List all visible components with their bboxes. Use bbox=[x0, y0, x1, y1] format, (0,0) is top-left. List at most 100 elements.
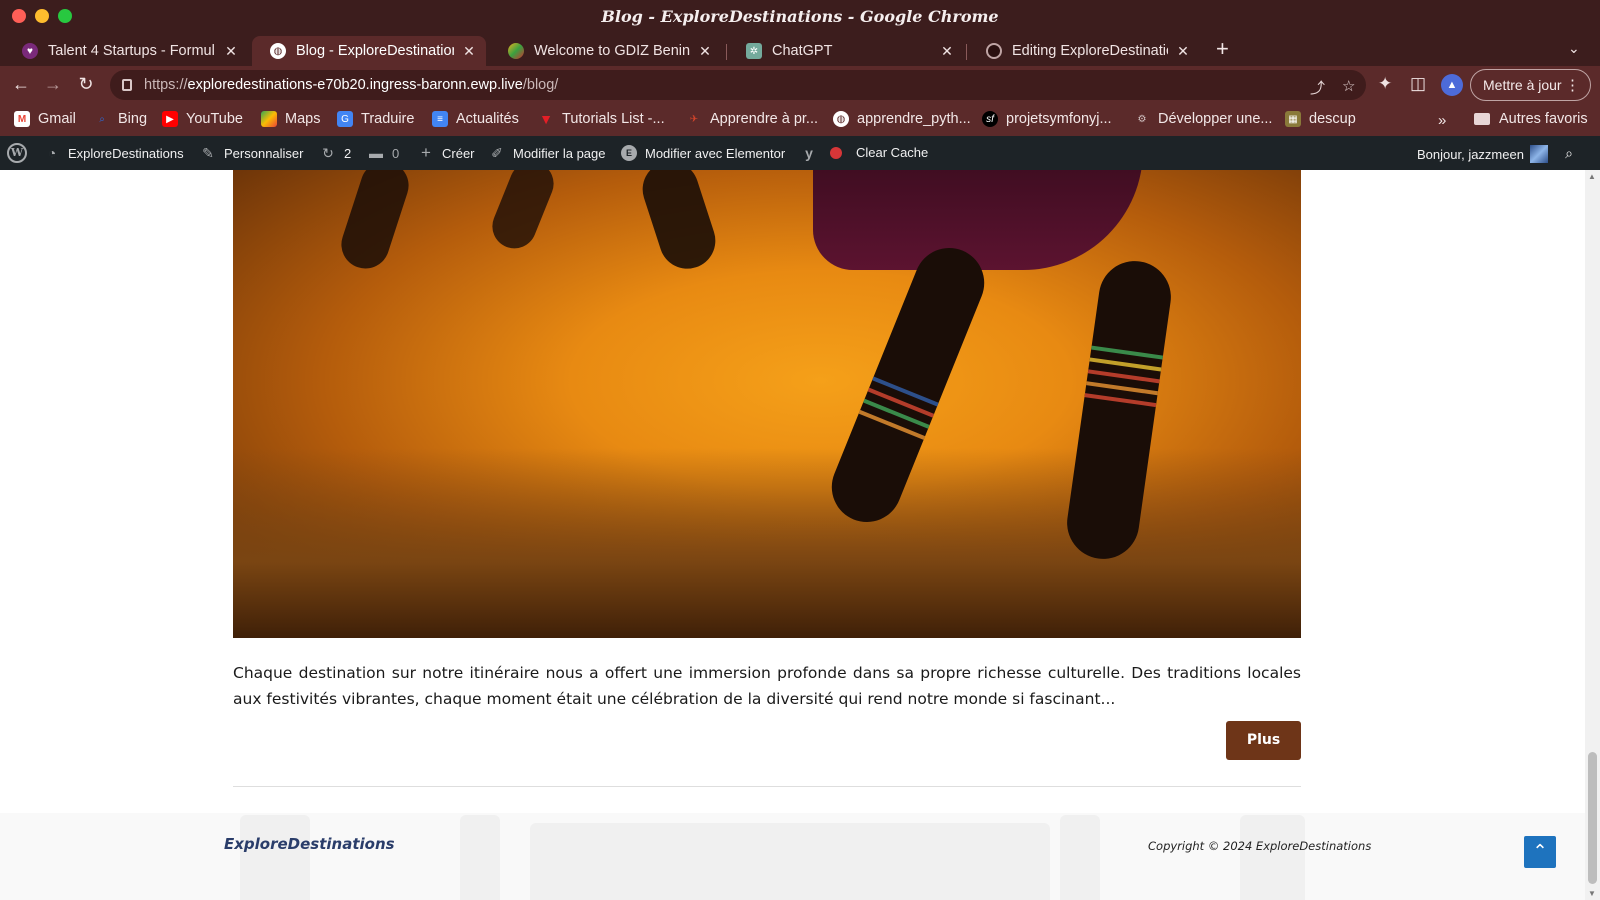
side-panel-icon[interactable]: ◫ bbox=[1410, 74, 1426, 94]
tab-separator bbox=[966, 44, 967, 60]
youtube-icon: ▶ bbox=[162, 111, 178, 127]
tab-label: Editing ExploreDestination bbox=[1012, 43, 1168, 59]
tab-label: ChatGPT bbox=[772, 43, 833, 59]
bookmark-bing[interactable]: ⌕ Bing bbox=[94, 111, 147, 127]
other-bookmarks-folder[interactable]: Autres favoris bbox=[1474, 111, 1588, 127]
bookmark-gmail[interactable]: M Gmail bbox=[14, 111, 76, 127]
bookmark-apprendre-python[interactable]: ◍ apprendre_pyth... bbox=[833, 111, 971, 127]
adminbar-edit-page[interactable]: ✐ Modifier la page bbox=[489, 145, 605, 161]
footer-brand[interactable]: ExploreDestinations bbox=[224, 835, 395, 853]
cache-status-icon bbox=[830, 146, 842, 159]
updates-icon: ↻ bbox=[322, 145, 334, 161]
image-band-shape bbox=[1089, 357, 1162, 372]
bookmark-apprendre[interactable]: ✈ Apprendre à pr... bbox=[686, 111, 818, 127]
more-bookmarks-chevron-icon[interactable]: » bbox=[1438, 112, 1446, 129]
scroll-down-arrow-icon[interactable]: ▼ bbox=[1588, 889, 1596, 898]
elementor-icon: E bbox=[621, 145, 637, 161]
adminbar-elementor[interactable]: E Modifier avec Elementor bbox=[621, 145, 785, 161]
bookmark-traduire[interactable]: G Traduire bbox=[337, 111, 414, 127]
bookmark-actualites[interactable]: ≡ Actualités bbox=[432, 111, 519, 127]
extensions-puzzle-icon[interactable]: ✦ bbox=[1378, 74, 1392, 94]
bookmark-descup[interactable]: ▦ descup bbox=[1285, 111, 1356, 127]
tab-gdiz-benin[interactable]: Welcome to GDIZ Benin ✕ bbox=[490, 36, 722, 66]
adminbar-yoast[interactable]: y bbox=[801, 145, 825, 161]
back-arrow-icon[interactable]: ← bbox=[9, 74, 33, 95]
browser-toolbar: ← → ↻ https://exploredestinations-e70b20… bbox=[0, 66, 1600, 104]
page-viewport: Chaque destination sur notre itinéraire … bbox=[0, 170, 1585, 900]
adminbar-my-account[interactable]: Bonjour, jazzmeen bbox=[1417, 145, 1548, 163]
developper-icon: ⚙ bbox=[1137, 113, 1147, 125]
tab-blog-exploredestinations[interactable]: ◍ Blog - ExploreDestination ✕ bbox=[252, 36, 486, 66]
create-label: Créer bbox=[442, 145, 475, 161]
close-tab-icon[interactable]: ✕ bbox=[462, 43, 476, 60]
footer-background-shape bbox=[460, 815, 500, 900]
new-tab-button[interactable]: + bbox=[1216, 36, 1229, 62]
dashboard-icon: ◔ bbox=[47, 145, 57, 161]
close-tab-icon[interactable]: ✕ bbox=[1176, 43, 1190, 60]
forward-arrow-icon[interactable]: → bbox=[41, 74, 65, 95]
adminbar-search[interactable]: ⌕ bbox=[1561, 145, 1585, 161]
bookmark-youtube[interactable]: ▶ YouTube bbox=[162, 111, 243, 127]
url-host: exploredestinations-e70b20.ingress-baron… bbox=[187, 77, 523, 93]
globe-icon: ◍ bbox=[833, 111, 849, 127]
plus-icon: + bbox=[421, 143, 431, 162]
footer-copyright: Copyright © 2024 ExploreDestinations bbox=[1148, 839, 1372, 853]
greeting-label: Bonjour, jazzmeen bbox=[1417, 146, 1524, 162]
close-tab-icon[interactable]: ✕ bbox=[698, 43, 712, 60]
bookmark-label: descup bbox=[1309, 111, 1356, 127]
footer-background-shape bbox=[1240, 815, 1305, 900]
adminbar-clear-cache[interactable]: Clear Cache bbox=[830, 145, 928, 160]
scroll-up-arrow-icon[interactable]: ▲ bbox=[1588, 172, 1596, 181]
tab-talent4startups[interactable]: ♥ Talent 4 Startups - Formul ✕ bbox=[4, 36, 248, 66]
search-icon: ⌕ bbox=[99, 113, 105, 125]
post-featured-image[interactable] bbox=[233, 170, 1301, 638]
back-to-top-button[interactable]: ⌃ bbox=[1524, 836, 1556, 868]
scrollbar-thumb[interactable] bbox=[1588, 752, 1597, 884]
update-label: Mettre à jour bbox=[1483, 77, 1562, 93]
image-leg-shape bbox=[485, 170, 561, 255]
tutorials-icon: ▼ bbox=[539, 111, 553, 127]
address-bar[interactable]: https://exploredestinations-e70b20.ingre… bbox=[110, 70, 1366, 100]
adminbar-customize[interactable]: ✎ Personnaliser bbox=[200, 145, 303, 161]
tab-chatgpt[interactable]: ✲ ChatGPT ✕ bbox=[728, 36, 964, 66]
adminbar-comments[interactable]: ▬ 0 bbox=[368, 145, 399, 161]
wordpress-logo-icon[interactable]: W bbox=[7, 143, 27, 163]
bookmark-label: Maps bbox=[285, 111, 321, 127]
brush-icon: ✎ bbox=[202, 145, 214, 161]
site-footer: ExploreDestinations Copyright © 2024 Exp… bbox=[0, 813, 1585, 900]
url-path: /blog/ bbox=[522, 77, 559, 93]
tab-editing-github[interactable]: Editing ExploreDestination ✕ bbox=[968, 36, 1200, 66]
bookmark-label: Actualités bbox=[456, 111, 519, 127]
bookmark-label: Bing bbox=[118, 111, 148, 127]
url-text[interactable]: https://exploredestinations-e70b20.ingre… bbox=[144, 77, 558, 93]
news-icon: ≡ bbox=[432, 111, 448, 127]
bookmark-label: Apprendre à pr... bbox=[710, 111, 819, 127]
bookmark-label: apprendre_pyth... bbox=[857, 111, 971, 127]
adminbar-updates[interactable]: ↻ 2 bbox=[320, 145, 351, 161]
adminbar-new[interactable]: + Créer bbox=[418, 143, 475, 162]
heart-icon: ♥ bbox=[22, 43, 38, 59]
close-tab-icon[interactable]: ✕ bbox=[940, 43, 954, 60]
search-icon: ⌕ bbox=[1565, 145, 1573, 161]
post-divider bbox=[233, 786, 1301, 787]
window-title-bar: Blog - ExploreDestinations - Google Chro… bbox=[0, 0, 1600, 34]
bookmark-maps[interactable]: Maps bbox=[261, 111, 320, 127]
profile-avatar[interactable]: ▲ bbox=[1441, 74, 1463, 96]
page-scrollbar[interactable]: ▲ ▼ bbox=[1585, 170, 1600, 900]
descup-icon: ▦ bbox=[1285, 111, 1301, 127]
bookmark-developper[interactable]: ⚙ Développer une... bbox=[1134, 111, 1273, 127]
more-options-icon[interactable]: ⋮ bbox=[1565, 76, 1580, 94]
adminbar-site-name[interactable]: ◔ ExploreDestinations bbox=[44, 145, 184, 161]
reload-icon[interactable]: ↻ bbox=[74, 74, 98, 95]
close-tab-icon[interactable]: ✕ bbox=[224, 43, 238, 60]
bookmark-projetsymfony[interactable]: sf projetsymfonyj... bbox=[982, 111, 1112, 127]
bookmark-tutorials[interactable]: ▼ Tutorials List -... bbox=[538, 111, 665, 127]
tab-search-chevron-icon[interactable]: ⌄ bbox=[1568, 40, 1580, 57]
update-chrome-button[interactable]: Mettre à jour ⋮ bbox=[1470, 69, 1591, 101]
folder-icon bbox=[1474, 113, 1490, 125]
bookmark-star-icon[interactable]: ☆ bbox=[1342, 77, 1355, 95]
read-more-button[interactable]: Plus bbox=[1226, 721, 1301, 760]
share-icon[interactable]: ⤴ bbox=[1310, 77, 1325, 98]
apprendre-icon: ✈ bbox=[689, 113, 699, 125]
site-name-label: ExploreDestinations bbox=[68, 145, 184, 161]
